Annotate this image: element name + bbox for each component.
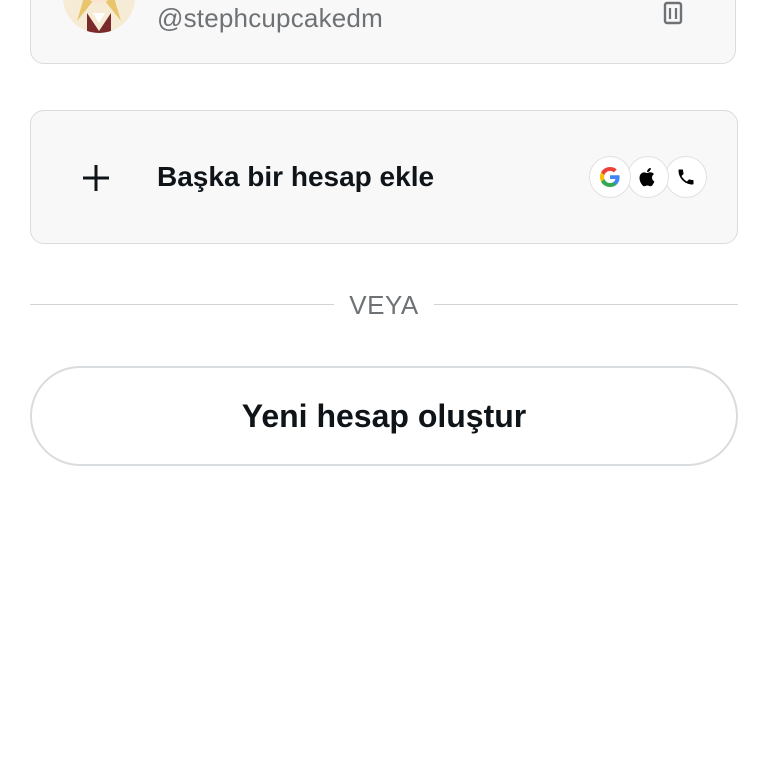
add-account-label: Başka bir hesap ekle — [157, 161, 435, 192]
account-card[interactable]: @stephcupcakedm — [30, 0, 736, 64]
add-account-button[interactable]: Başka bir hesap ekle — [30, 110, 738, 244]
phone-icon — [665, 156, 707, 198]
account-switcher-page: @stephcupcakedm Başka bir hesap ekle VEY… — [0, 0, 768, 768]
divider-text: VEYA — [349, 290, 419, 320]
trash-icon[interactable] — [659, 0, 687, 27]
divider-line — [434, 304, 738, 305]
account-handle: @stephcupcakedm — [157, 3, 383, 33]
or-divider: VEYA — [30, 290, 738, 320]
provider-icons — [589, 156, 709, 200]
apple-icon — [627, 156, 669, 198]
create-account-button[interactable]: Yeni hesap oluştur — [30, 366, 738, 466]
plus-icon — [81, 163, 111, 193]
avatar — [63, 0, 135, 33]
google-icon — [589, 156, 631, 198]
